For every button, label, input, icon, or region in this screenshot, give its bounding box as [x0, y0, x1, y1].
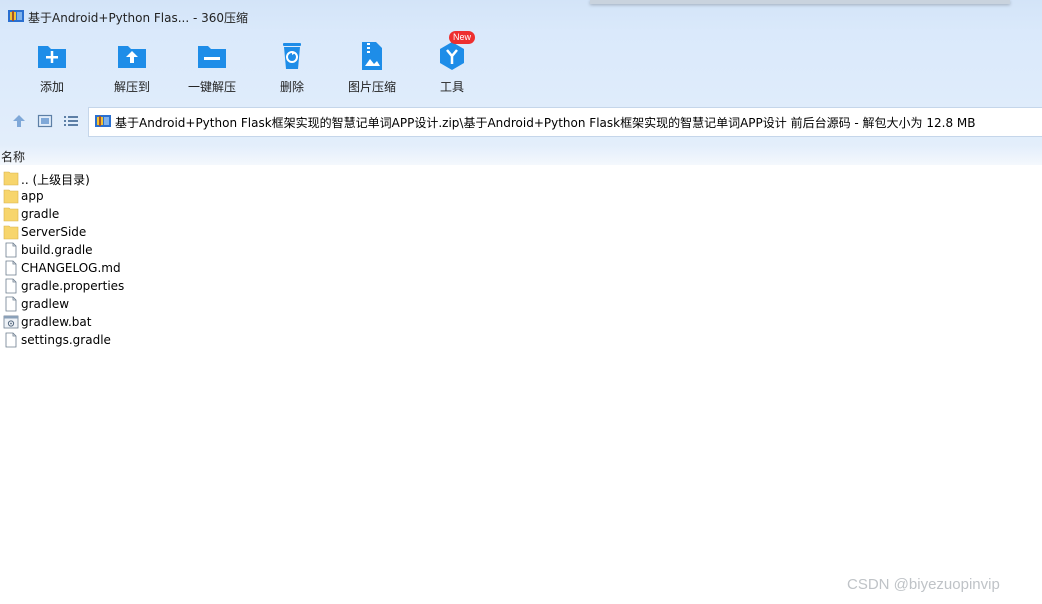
folder-icon — [3, 225, 19, 240]
window-chrome: 基于Android+Python Flas... - 360压缩 添加 解压到 … — [0, 0, 1042, 165]
list-item-name: CHANGELOG.md — [21, 261, 121, 275]
window-title: 基于Android+Python Flas... - 360压缩 — [28, 11, 249, 25]
add-folder-icon — [38, 46, 66, 68]
one-click-extract-button[interactable]: 一键解压 — [180, 40, 244, 96]
zip-archive-icon — [95, 115, 111, 127]
new-badge: New — [449, 31, 476, 44]
list-item-gradlew-bat[interactable]: gradlew.bat — [3, 313, 203, 331]
folder-icon — [3, 189, 19, 204]
list-item-app[interactable]: app — [3, 187, 203, 205]
add-label: 添加 — [39, 80, 64, 94]
list-item-parent-dir[interactable]: .. (上级目录) — [3, 169, 203, 187]
delete-label: 删除 — [279, 80, 304, 94]
file-icon — [5, 242, 17, 258]
extract-to-button[interactable]: 解压到 — [100, 40, 164, 96]
add-button[interactable]: 添加 — [20, 40, 84, 96]
image-compress-label: 图片压缩 — [347, 80, 396, 94]
list-view-icon[interactable] — [63, 113, 79, 129]
list-item-name: ServerSide — [21, 225, 87, 239]
overlay-edge — [590, 0, 1010, 4]
tools-icon — [440, 42, 464, 70]
list-item-build-gradle[interactable]: build.gradle — [3, 241, 203, 259]
archive-app-icon — [8, 10, 24, 22]
list-item-name: gradlew.bat — [21, 315, 92, 329]
list-item-name: .. (上级目录) — [21, 173, 90, 187]
tools-label: 工具 — [439, 80, 464, 94]
list-item-settings-gradle[interactable]: settings.gradle — [3, 331, 203, 349]
title-bar: 基于Android+Python Flas... - 360压缩 — [0, 0, 1042, 32]
file-icon — [5, 332, 17, 348]
list-item-name: gradle.properties — [21, 279, 125, 293]
list-item-gradle-folder[interactable]: gradle — [3, 205, 203, 223]
image-compress-icon — [362, 42, 382, 70]
extract-to-label: 解压到 — [113, 80, 150, 94]
list-item-name: app — [21, 189, 44, 203]
file-icon — [5, 260, 17, 276]
list-item-gradle-properties[interactable]: gradle.properties — [3, 277, 203, 295]
delete-bin-icon — [283, 43, 301, 69]
list-item-changelog[interactable]: CHANGELOG.md — [3, 259, 203, 277]
list-item-serverside[interactable]: ServerSide — [3, 223, 203, 241]
watermark: CSDN @biyezuopinvip — [847, 576, 1000, 593]
folder-icon — [3, 207, 19, 222]
list-item-name: build.gradle — [21, 243, 93, 257]
file-icon — [5, 296, 17, 312]
batch-file-icon — [3, 315, 19, 329]
list-item-name: gradlew — [21, 297, 70, 311]
list-item-name: settings.gradle — [21, 333, 111, 347]
column-header-name[interactable]: 名称 — [1, 148, 25, 165]
address-path: 基于Android+Python Flask框架实现的智慧记单词APP设计.zi… — [115, 116, 976, 130]
thumbnail-view-icon[interactable] — [37, 113, 53, 129]
one-click-extract-label: 一键解压 — [187, 80, 236, 94]
list-item-name: gradle — [21, 207, 60, 221]
file-list: .. (上级目录) app gradle ServerSide build.gr… — [3, 169, 203, 349]
address-bar[interactable]: 基于Android+Python Flask框架实现的智慧记单词APP设计.zi… — [88, 107, 1042, 137]
one-click-extract-icon — [198, 46, 226, 68]
tools-button[interactable]: New 工具 — [420, 31, 484, 96]
extract-to-icon — [118, 46, 146, 68]
up-arrow-icon[interactable] — [11, 113, 27, 129]
file-icon — [5, 278, 17, 294]
delete-button[interactable]: 删除 — [260, 40, 324, 96]
list-item-gradlew[interactable]: gradlew — [3, 295, 203, 313]
image-compress-button[interactable]: 图片压缩 — [340, 40, 404, 96]
folder-icon — [3, 171, 19, 186]
